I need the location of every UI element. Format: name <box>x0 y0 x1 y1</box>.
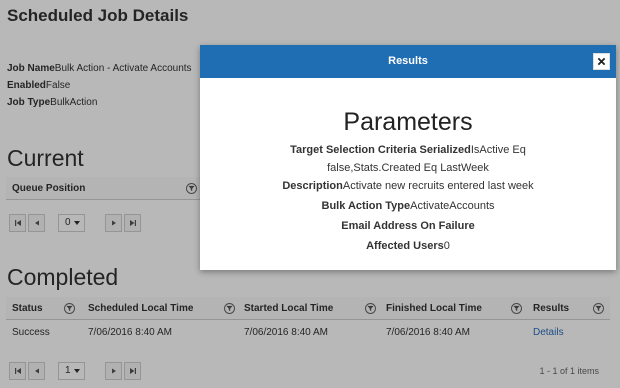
modal-title: Results <box>388 55 428 67</box>
param-label: Description <box>282 180 343 192</box>
param-target-line-1: Target Selection Criteria SerializedIsAc… <box>200 144 616 156</box>
param-value: IsActive Eq <box>470 144 526 156</box>
results-modal: Results Parameters Target Selection Crit… <box>200 45 616 270</box>
param-email: Email Address On Failure <box>200 220 616 232</box>
param-affected: Affected Users0 <box>200 240 616 252</box>
param-value: Activate new recruits entered last week <box>342 180 534 192</box>
param-value: ActivateAccounts <box>410 200 495 212</box>
close-button[interactable] <box>593 53 610 70</box>
param-bulk-type: Bulk Action TypeActivateAccounts <box>200 200 616 212</box>
modal-heading: Parameters <box>343 108 473 136</box>
param-value: 0 <box>443 240 450 252</box>
param-label: Bulk Action Type <box>321 200 411 212</box>
param-label: Target Selection Criteria Serialized <box>290 144 471 156</box>
close-icon <box>597 57 606 66</box>
param-target-line-2: false,Stats.Created Eq LastWeek <box>327 162 489 174</box>
param-description: DescriptionActivate new recruits entered… <box>200 180 616 192</box>
param-label: Email Address On Failure <box>341 220 475 232</box>
param-label: Affected Users <box>366 240 444 252</box>
